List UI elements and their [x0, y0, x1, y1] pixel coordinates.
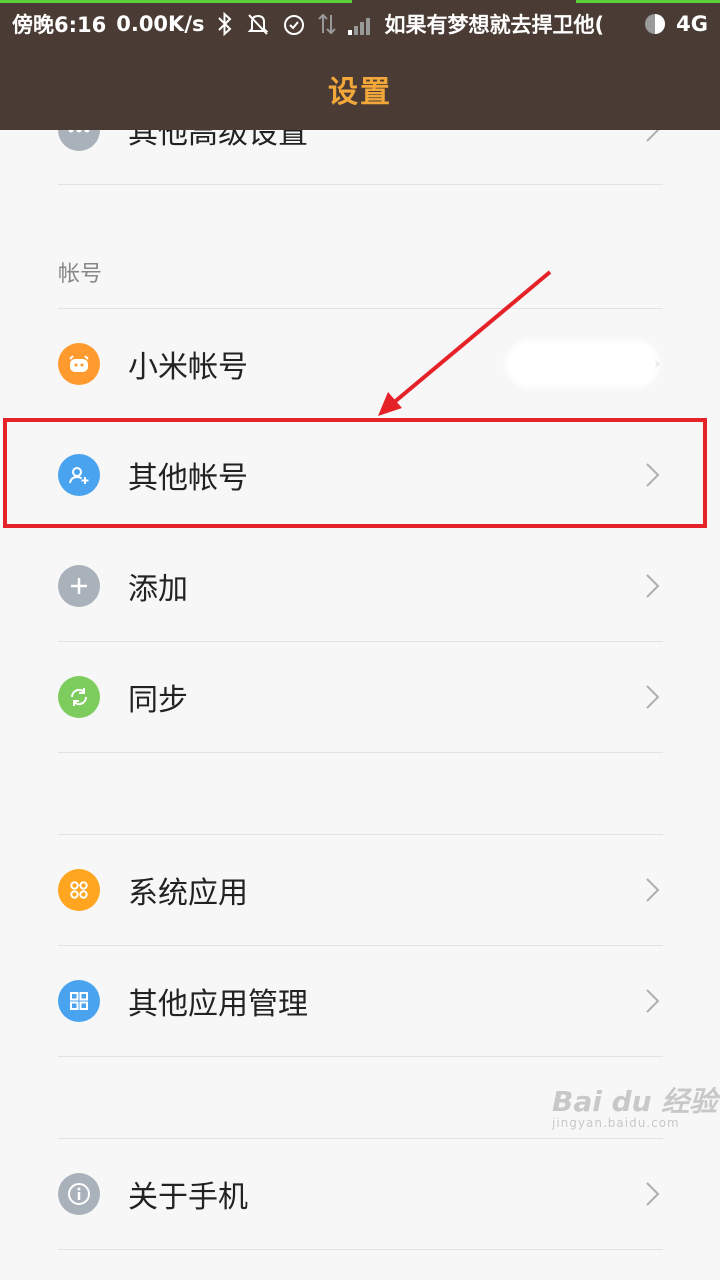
bluetooth-icon [215, 11, 235, 37]
status-time: 傍晚6:16 [12, 13, 107, 37]
watermark-brand: Bai du 经验 [552, 1085, 718, 1118]
divider [58, 752, 663, 753]
settings-item-label: 其他应用管理 [128, 987, 308, 1022]
app-header: 设置 [0, 48, 720, 130]
settings-item-label: 关于手机 [128, 1180, 248, 1215]
battery-icon [644, 13, 666, 35]
apps-icon [58, 869, 100, 911]
settings-item-advanced[interactable]: 其他高级设置 [58, 130, 663, 185]
settings-item-label: 其他高级设置 [128, 130, 308, 151]
alarm-icon [281, 11, 307, 37]
sync-icon [58, 676, 100, 718]
data-transfer-icon [317, 11, 337, 37]
info-icon [58, 1173, 100, 1215]
chevron-right-icon [646, 685, 660, 709]
divider [58, 184, 663, 185]
network-speed: 0.00K/s [116, 12, 205, 36]
redacted-account-name [510, 344, 655, 384]
settings-item-system-apps[interactable]: 系统应用 [58, 835, 663, 945]
chevron-right-icon [646, 130, 660, 142]
settings-item-label: 同步 [128, 683, 188, 718]
status-bar: 傍晚6:16 0.00K/s 如果有梦想就去捍卫他( 4G [0, 0, 720, 48]
chevron-right-icon [646, 989, 660, 1013]
settings-item-other-app-management[interactable]: 其他应用管理 [58, 946, 663, 1056]
divider [58, 1056, 663, 1057]
mi-account-icon [58, 343, 100, 385]
chevron-right-icon [646, 574, 660, 598]
section-header-accounts: 帐号 [58, 262, 103, 287]
grid-icon [58, 980, 100, 1022]
page-title: 设置 [328, 75, 392, 110]
download-progress-bar-right [576, 0, 720, 3]
mute-bell-icon [245, 11, 271, 37]
chevron-right-icon [646, 1182, 660, 1206]
watermark-logo: Bai du 经验 jingyan.baidu.com [552, 1080, 717, 1130]
highlight-box [3, 418, 707, 528]
more-icon [58, 130, 100, 151]
settings-item-label: 系统应用 [128, 876, 248, 911]
signal-icon [347, 12, 375, 36]
chevron-right-icon [646, 878, 660, 902]
settings-item-sync[interactable]: 同步 [58, 642, 663, 752]
settings-item-label: 添加 [128, 572, 188, 607]
carrier-name: 如果有梦想就去捍卫他( [384, 13, 605, 37]
network-type: 4G [676, 12, 708, 36]
divider [58, 1249, 663, 1250]
settings-item-add[interactable]: 添加 [58, 531, 663, 641]
plus-icon [58, 565, 100, 607]
settings-item-about-phone[interactable]: 关于手机 [58, 1139, 663, 1249]
download-progress-bar [0, 0, 352, 3]
